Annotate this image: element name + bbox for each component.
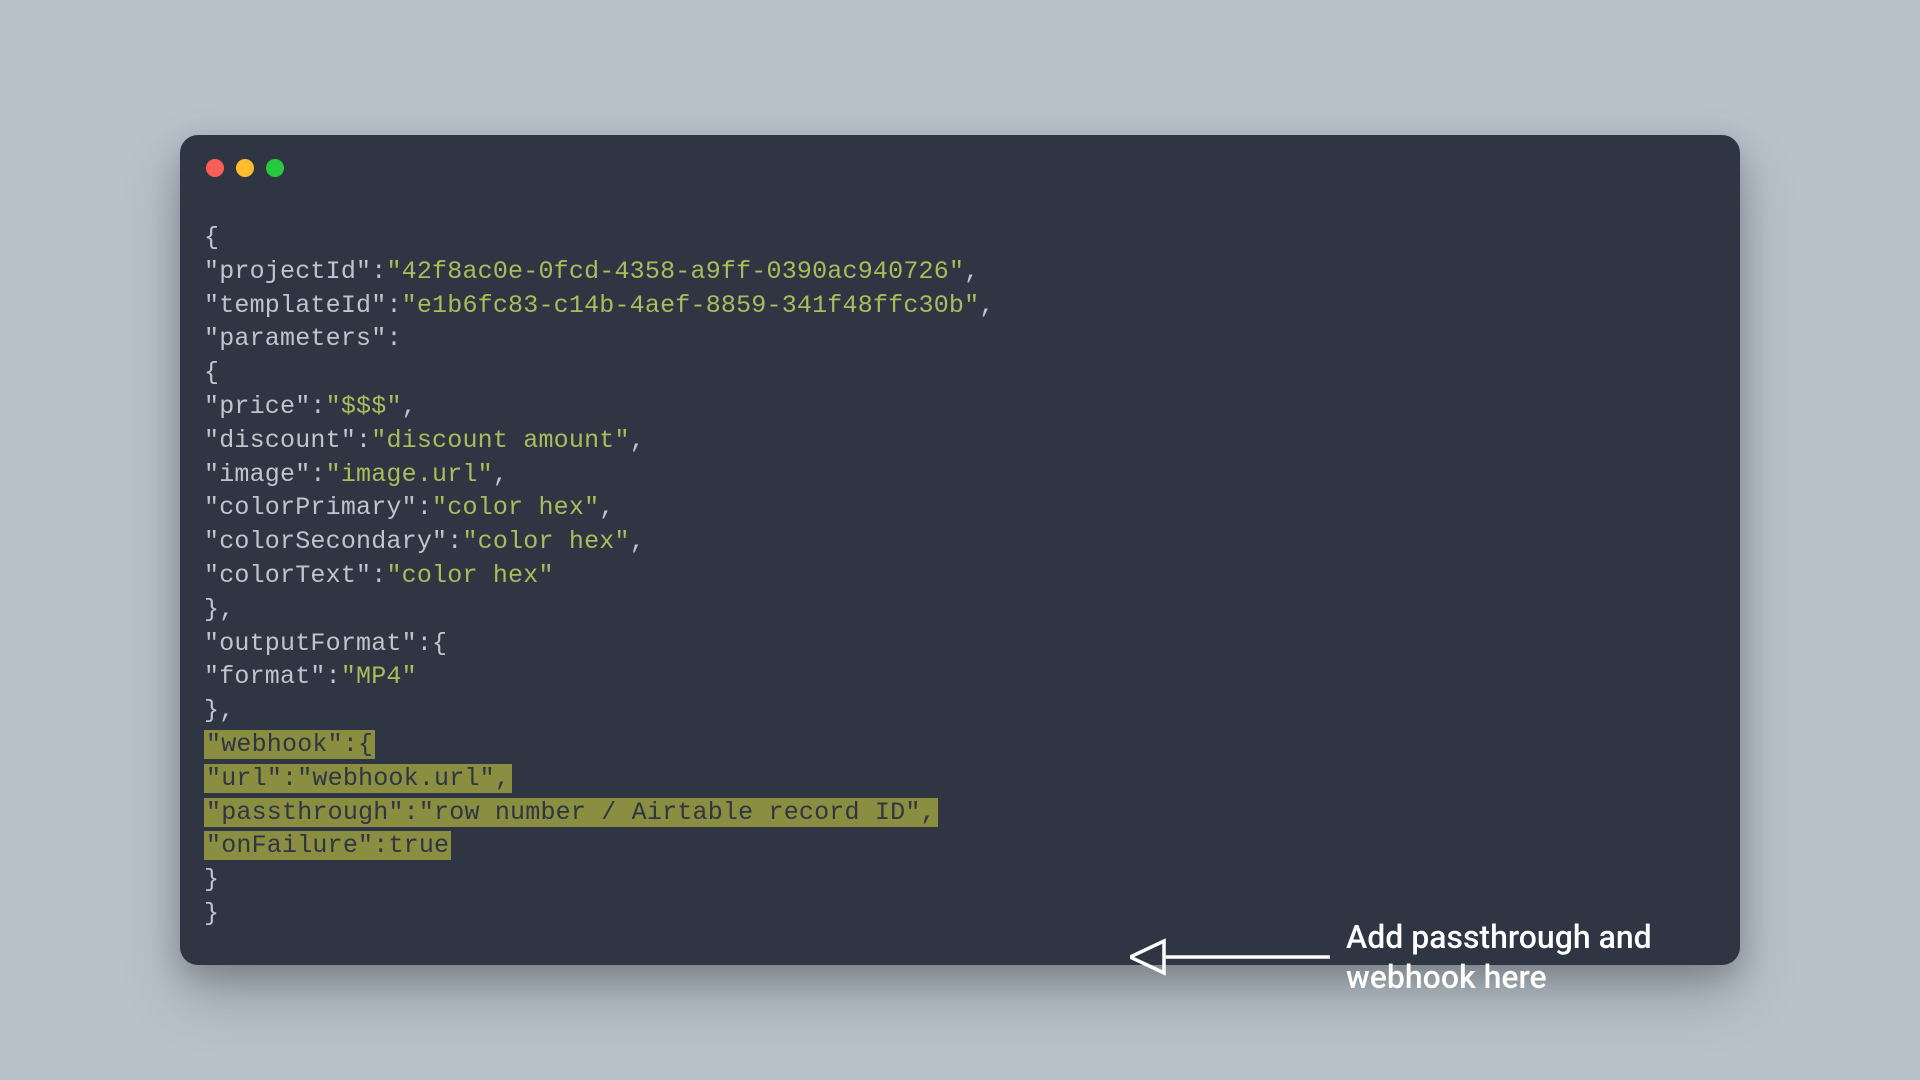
key-price: price xyxy=(219,392,295,421)
key-format: format xyxy=(219,662,310,691)
val-colorSecondary: color hex xyxy=(478,527,615,556)
annotation-line-1: Add passthrough and xyxy=(1346,918,1652,956)
val-discount: discount amount xyxy=(386,426,614,455)
highlighted-line-webhook: "webhook":{ xyxy=(204,730,375,759)
val-colorPrimary: color hex xyxy=(447,493,584,522)
close-icon[interactable] xyxy=(206,159,224,177)
highlighted-line-onFailure: "onFailure":true xyxy=(204,831,451,860)
key-projectId: projectId xyxy=(219,257,356,286)
val-colorText: color hex xyxy=(402,561,539,590)
highlighted-line-url: "url":"webhook.url", xyxy=(204,764,512,793)
mac-traffic-lights xyxy=(206,159,284,177)
code-window: { "projectId":"42f8ac0e-0fcd-4358-a9ff-0… xyxy=(180,135,1740,965)
arrow-left-icon xyxy=(1130,937,1340,977)
key-outputFormat: outputFormat xyxy=(219,629,401,658)
json-code-block: { "projectId":"42f8ac0e-0fcd-4358-a9ff-0… xyxy=(204,221,995,931)
val-image: image.url xyxy=(341,460,478,489)
key-parameters: parameters xyxy=(219,324,371,353)
key-templateId: templateId xyxy=(219,291,371,320)
key-colorText: colorText xyxy=(219,561,356,590)
annotation-text: Add passthrough and webhook here xyxy=(1346,917,1652,997)
zoom-icon[interactable] xyxy=(266,159,284,177)
key-colorPrimary: colorPrimary xyxy=(219,493,401,522)
key-discount: discount xyxy=(219,426,341,455)
key-colorSecondary: colorSecondary xyxy=(219,527,432,556)
val-format: MP4 xyxy=(356,662,402,691)
annotation-line-2: webhook here xyxy=(1346,958,1547,996)
annotation: Add passthrough and webhook here xyxy=(1130,917,1652,997)
highlighted-line-passthrough: "passthrough":"row number / Airtable rec… xyxy=(204,798,938,827)
key-image: image xyxy=(219,460,295,489)
val-projectId: 42f8ac0e-0fcd-4358-a9ff-0390ac940726 xyxy=(402,257,949,286)
val-templateId: e1b6fc83-c14b-4aef-8859-341f48ffc30b xyxy=(417,291,964,320)
val-price: $$$ xyxy=(341,392,387,421)
minimize-icon[interactable] xyxy=(236,159,254,177)
